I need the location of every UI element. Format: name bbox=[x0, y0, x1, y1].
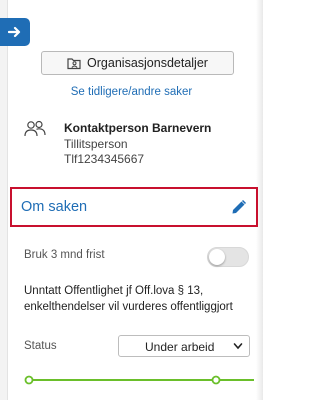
previous-cases-link[interactable]: Se tidligere/andre saker bbox=[0, 86, 263, 98]
status-label: Status bbox=[24, 340, 57, 352]
deadline-label: Bruk 3 mnd frist bbox=[24, 249, 105, 261]
publicity-text-line-1: Unntatt Offentlighet jf Off.lova § 13, bbox=[24, 285, 204, 297]
status-value: Under arbeid bbox=[145, 340, 215, 354]
progress-start-marker[interactable] bbox=[24, 375, 34, 385]
progress-track[interactable] bbox=[24, 374, 254, 386]
contact-phone: Tlf1234345667 bbox=[64, 152, 145, 166]
contact-role: Tillitsperson bbox=[64, 137, 128, 151]
toggle-knob bbox=[209, 249, 225, 265]
status-dropdown[interactable]: Under arbeid bbox=[118, 335, 250, 357]
folder-user-icon bbox=[67, 56, 81, 70]
deadline-toggle[interactable] bbox=[207, 247, 249, 267]
contact-name: Kontaktperson Barnevern bbox=[64, 121, 212, 135]
pencil-icon[interactable] bbox=[230, 199, 247, 216]
organization-details-button[interactable]: Organisasjonsdetaljer bbox=[41, 51, 234, 75]
arrow-right-icon bbox=[8, 26, 21, 38]
progress-end-marker[interactable] bbox=[211, 375, 221, 385]
side-panel-edge bbox=[0, 0, 8, 400]
contact-persons-icon bbox=[24, 120, 46, 137]
chevron-down-icon bbox=[233, 343, 243, 350]
publicity-text-line-2: enkelthendelser vil vurderes offentliggj… bbox=[24, 301, 233, 313]
om-saken-section-header[interactable]: Om saken bbox=[10, 187, 258, 227]
organization-details-label: Organisasjonsdetaljer bbox=[87, 56, 208, 70]
collapse-panel-button[interactable] bbox=[0, 18, 30, 46]
section-title: Om saken bbox=[21, 199, 88, 215]
